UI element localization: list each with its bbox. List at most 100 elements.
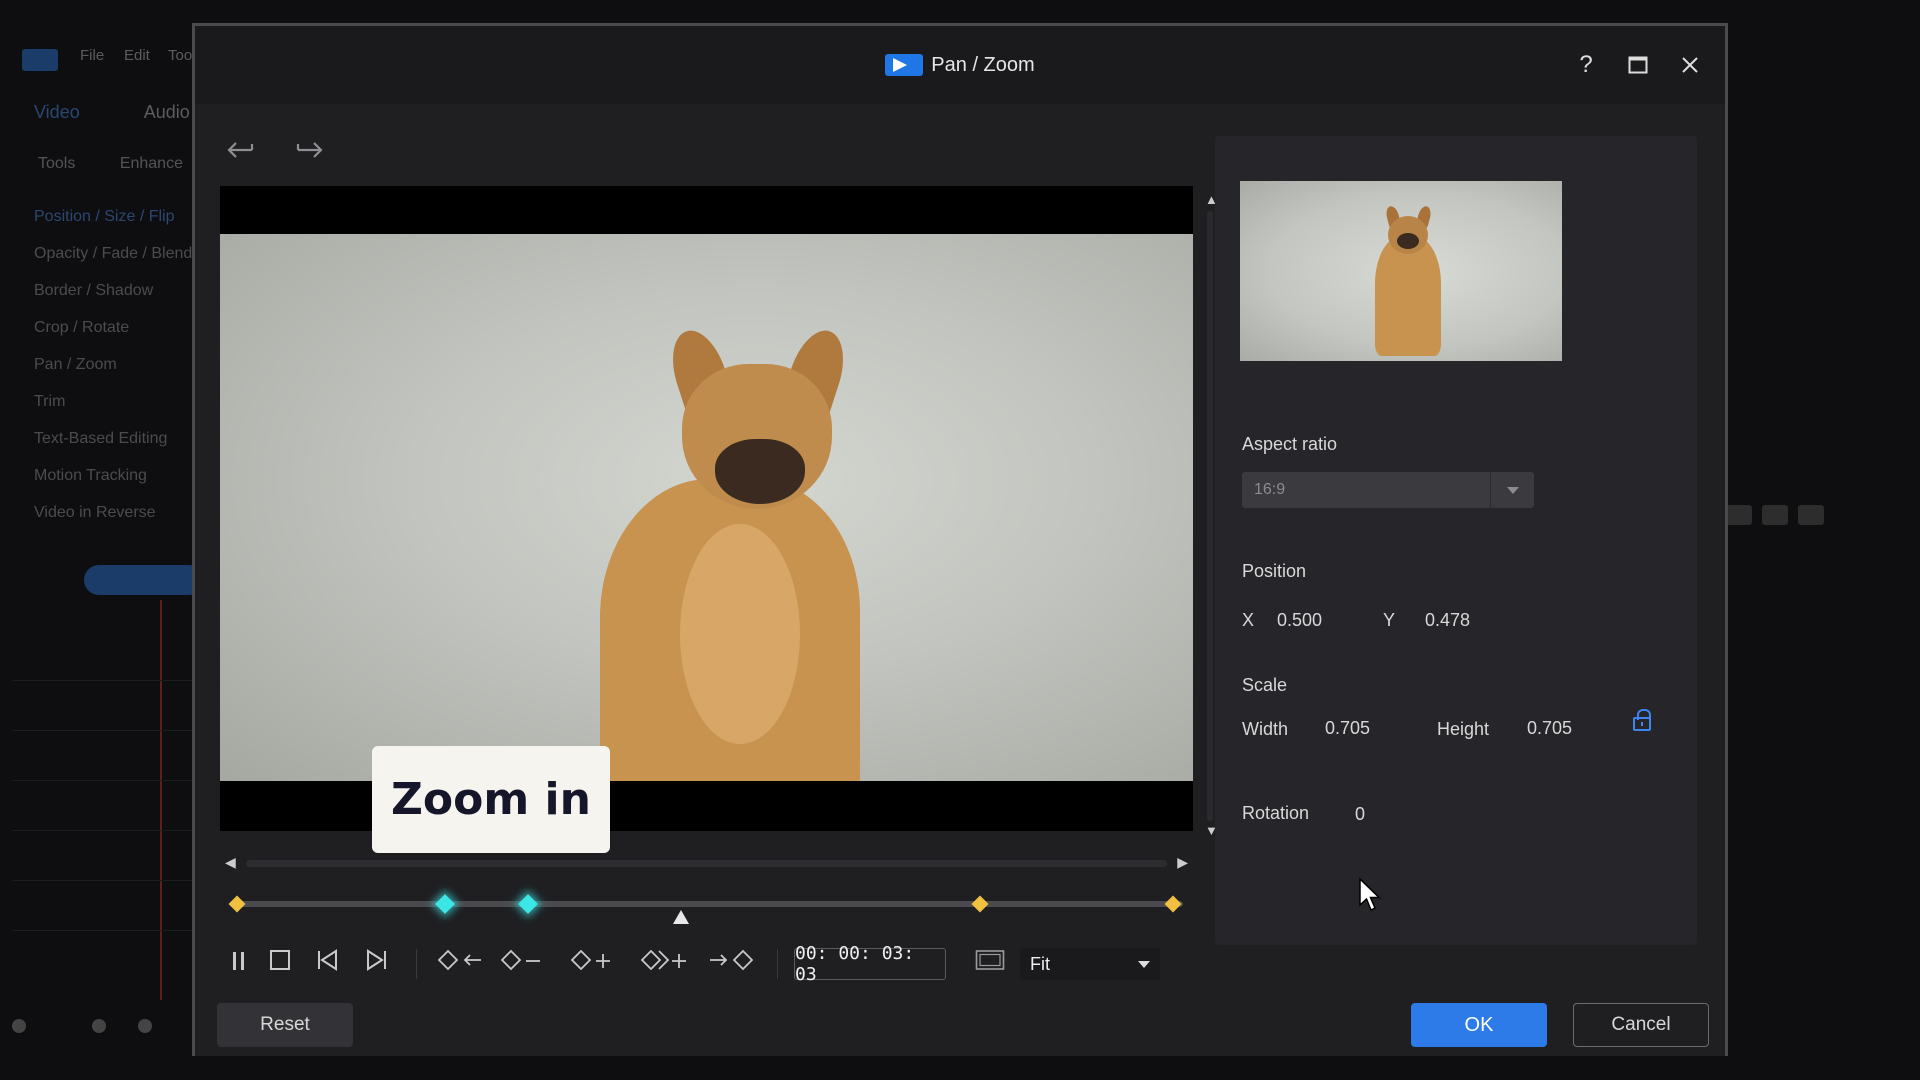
add-keyframe-icon[interactable] <box>559 949 629 979</box>
title-wrap: Pan / Zoom <box>195 26 1725 104</box>
scroll-left-icon[interactable]: ◀ <box>225 854 236 871</box>
preview-viewer[interactable] <box>220 186 1193 831</box>
tool-item: Video in Reverse <box>34 504 156 521</box>
dog-body <box>1375 236 1441 356</box>
rotation-input[interactable]: 0 <box>1355 804 1365 825</box>
pan-zoom-dialog: Pan / Zoom ? ▲ ▼ ◀ ▶ Zoom in 00: 00: 03:… <box>192 23 1728 1056</box>
window-controls: ? <box>1573 26 1703 104</box>
redo-icon[interactable] <box>293 134 327 164</box>
scale-height-input[interactable]: 0.705 <box>1527 718 1572 739</box>
timeline-playhead[interactable] <box>673 910 689 924</box>
cancel-button[interactable]: Cancel <box>1573 1003 1709 1047</box>
scale-width-label: Width <box>1242 719 1289 739</box>
settings-panel: Aspect ratio 16:9 Position X 0.500 Y 0.4… <box>1215 136 1697 945</box>
aspect-ratio-value: 16:9 <box>1254 481 1286 498</box>
tool-item: Motion Tracking <box>34 467 147 484</box>
tool-item: Text-Based Editing <box>34 430 168 447</box>
keyframe-marker-selected[interactable] <box>435 894 455 914</box>
rotation-label: Rotation <box>1242 803 1310 823</box>
background-track <box>12 830 192 870</box>
horizontal-scrollbar[interactable]: ◀ ▶ <box>220 854 1193 871</box>
edit-toolbar <box>223 134 327 164</box>
zoom-dot <box>12 1019 26 1033</box>
scroll-right-icon[interactable]: ▶ <box>1177 854 1188 871</box>
zoom-fit-value: Fit <box>1030 953 1050 974</box>
help-icon[interactable]: ? <box>1573 51 1599 78</box>
background-track <box>12 730 192 770</box>
next-keyframe-icon[interactable] <box>703 949 761 979</box>
dog-muzzle <box>715 439 805 504</box>
position-x-label: X <box>1242 610 1255 630</box>
divider <box>777 949 778 979</box>
undo-icon[interactable] <box>223 134 257 164</box>
background-track <box>12 930 192 970</box>
tool-icon <box>1762 505 1788 525</box>
dialog-title: Pan / Zoom <box>931 53 1035 76</box>
lock-icon[interactable] <box>1633 709 1651 731</box>
timecode-display[interactable]: 00: 00: 03: 03 <box>794 943 946 985</box>
menu-edit: Edit <box>124 47 150 64</box>
zoom-dot <box>138 1019 152 1033</box>
scale-width-input[interactable]: 0.705 <box>1325 718 1370 739</box>
background-track <box>12 880 192 920</box>
tool-item: Opacity / Fade / Blend <box>34 245 193 262</box>
horizontal-scroll-track[interactable] <box>246 860 1167 867</box>
tool-item: Pan / Zoom <box>34 356 117 373</box>
tool-icon <box>1798 505 1824 525</box>
dog-chest <box>680 524 800 744</box>
tool-item: Crop / Rotate <box>34 319 130 336</box>
zoom-fit-select[interactable]: Fit <box>1020 948 1160 980</box>
app-logo <box>22 49 58 71</box>
tooltip-text: Zoom in <box>391 774 591 825</box>
background-track <box>12 780 192 820</box>
keyframe-marker[interactable] <box>1164 895 1182 913</box>
keyframe-marker[interactable] <box>971 895 989 913</box>
aspect-ratio-label: Aspect ratio <box>1242 434 1338 454</box>
zoom-in-tooltip: Zoom in <box>372 746 610 853</box>
app-icon <box>885 54 924 76</box>
pause-icon[interactable] <box>222 949 256 979</box>
divider <box>416 949 417 979</box>
maximize-icon[interactable] <box>1625 52 1651 78</box>
thumbnail-preview <box>1240 181 1562 361</box>
ok-button[interactable]: OK <box>1411 1003 1547 1047</box>
background-track <box>12 680 192 720</box>
subtab-tools: Tools <box>38 155 76 172</box>
position-y-label: Y <box>1383 610 1396 630</box>
zoom-dot <box>92 1019 106 1033</box>
playback-controls: 00: 00: 03: 03 Fit <box>220 941 1190 987</box>
keyframe-marker-selected[interactable] <box>518 894 538 914</box>
tool-item: Position / Size / Flip <box>34 208 175 225</box>
chevron-down-icon <box>1506 486 1519 494</box>
duplicate-keyframe-icon[interactable] <box>629 949 703 979</box>
scale-height-label: Height <box>1437 719 1490 739</box>
reset-button[interactable]: Reset <box>217 1003 353 1047</box>
title-bar: Pan / Zoom ? <box>195 26 1725 104</box>
remove-keyframe-icon[interactable] <box>489 949 559 979</box>
safe-area-icon[interactable] <box>960 949 1020 979</box>
previous-frame-icon[interactable] <box>304 949 352 979</box>
close-icon[interactable] <box>1677 52 1703 78</box>
background-tools-list: Position / Size / Flip Opacity / Fade / … <box>34 198 192 531</box>
position-label: Position <box>1242 561 1307 581</box>
tool-icon <box>1726 505 1752 525</box>
vertical-scrollbar[interactable] <box>1207 211 1213 821</box>
next-frame-icon[interactable] <box>352 949 400 979</box>
scale-label: Scale <box>1242 675 1288 695</box>
preview-image <box>220 234 1193 781</box>
tool-item: Trim <box>34 393 66 410</box>
chevron-down-icon <box>1138 960 1150 968</box>
position-x-input[interactable]: 0.500 <box>1277 610 1322 631</box>
tool-item: Border / Shadow <box>34 282 154 299</box>
tab-video: Video <box>34 102 80 122</box>
stop-icon[interactable] <box>256 949 304 979</box>
subtab-enhance: Enhance <box>119 155 183 172</box>
tab-audio: Audio <box>143 102 190 122</box>
keyframe-marker[interactable] <box>228 895 246 913</box>
aspect-ratio-dropdown[interactable] <box>1490 472 1534 508</box>
previous-keyframe-icon[interactable] <box>433 949 489 979</box>
keyframe-track[interactable] <box>235 901 1183 907</box>
background-button <box>84 565 204 595</box>
aspect-ratio-select[interactable]: 16:9 <box>1242 472 1534 508</box>
position-y-input[interactable]: 0.478 <box>1425 610 1470 631</box>
